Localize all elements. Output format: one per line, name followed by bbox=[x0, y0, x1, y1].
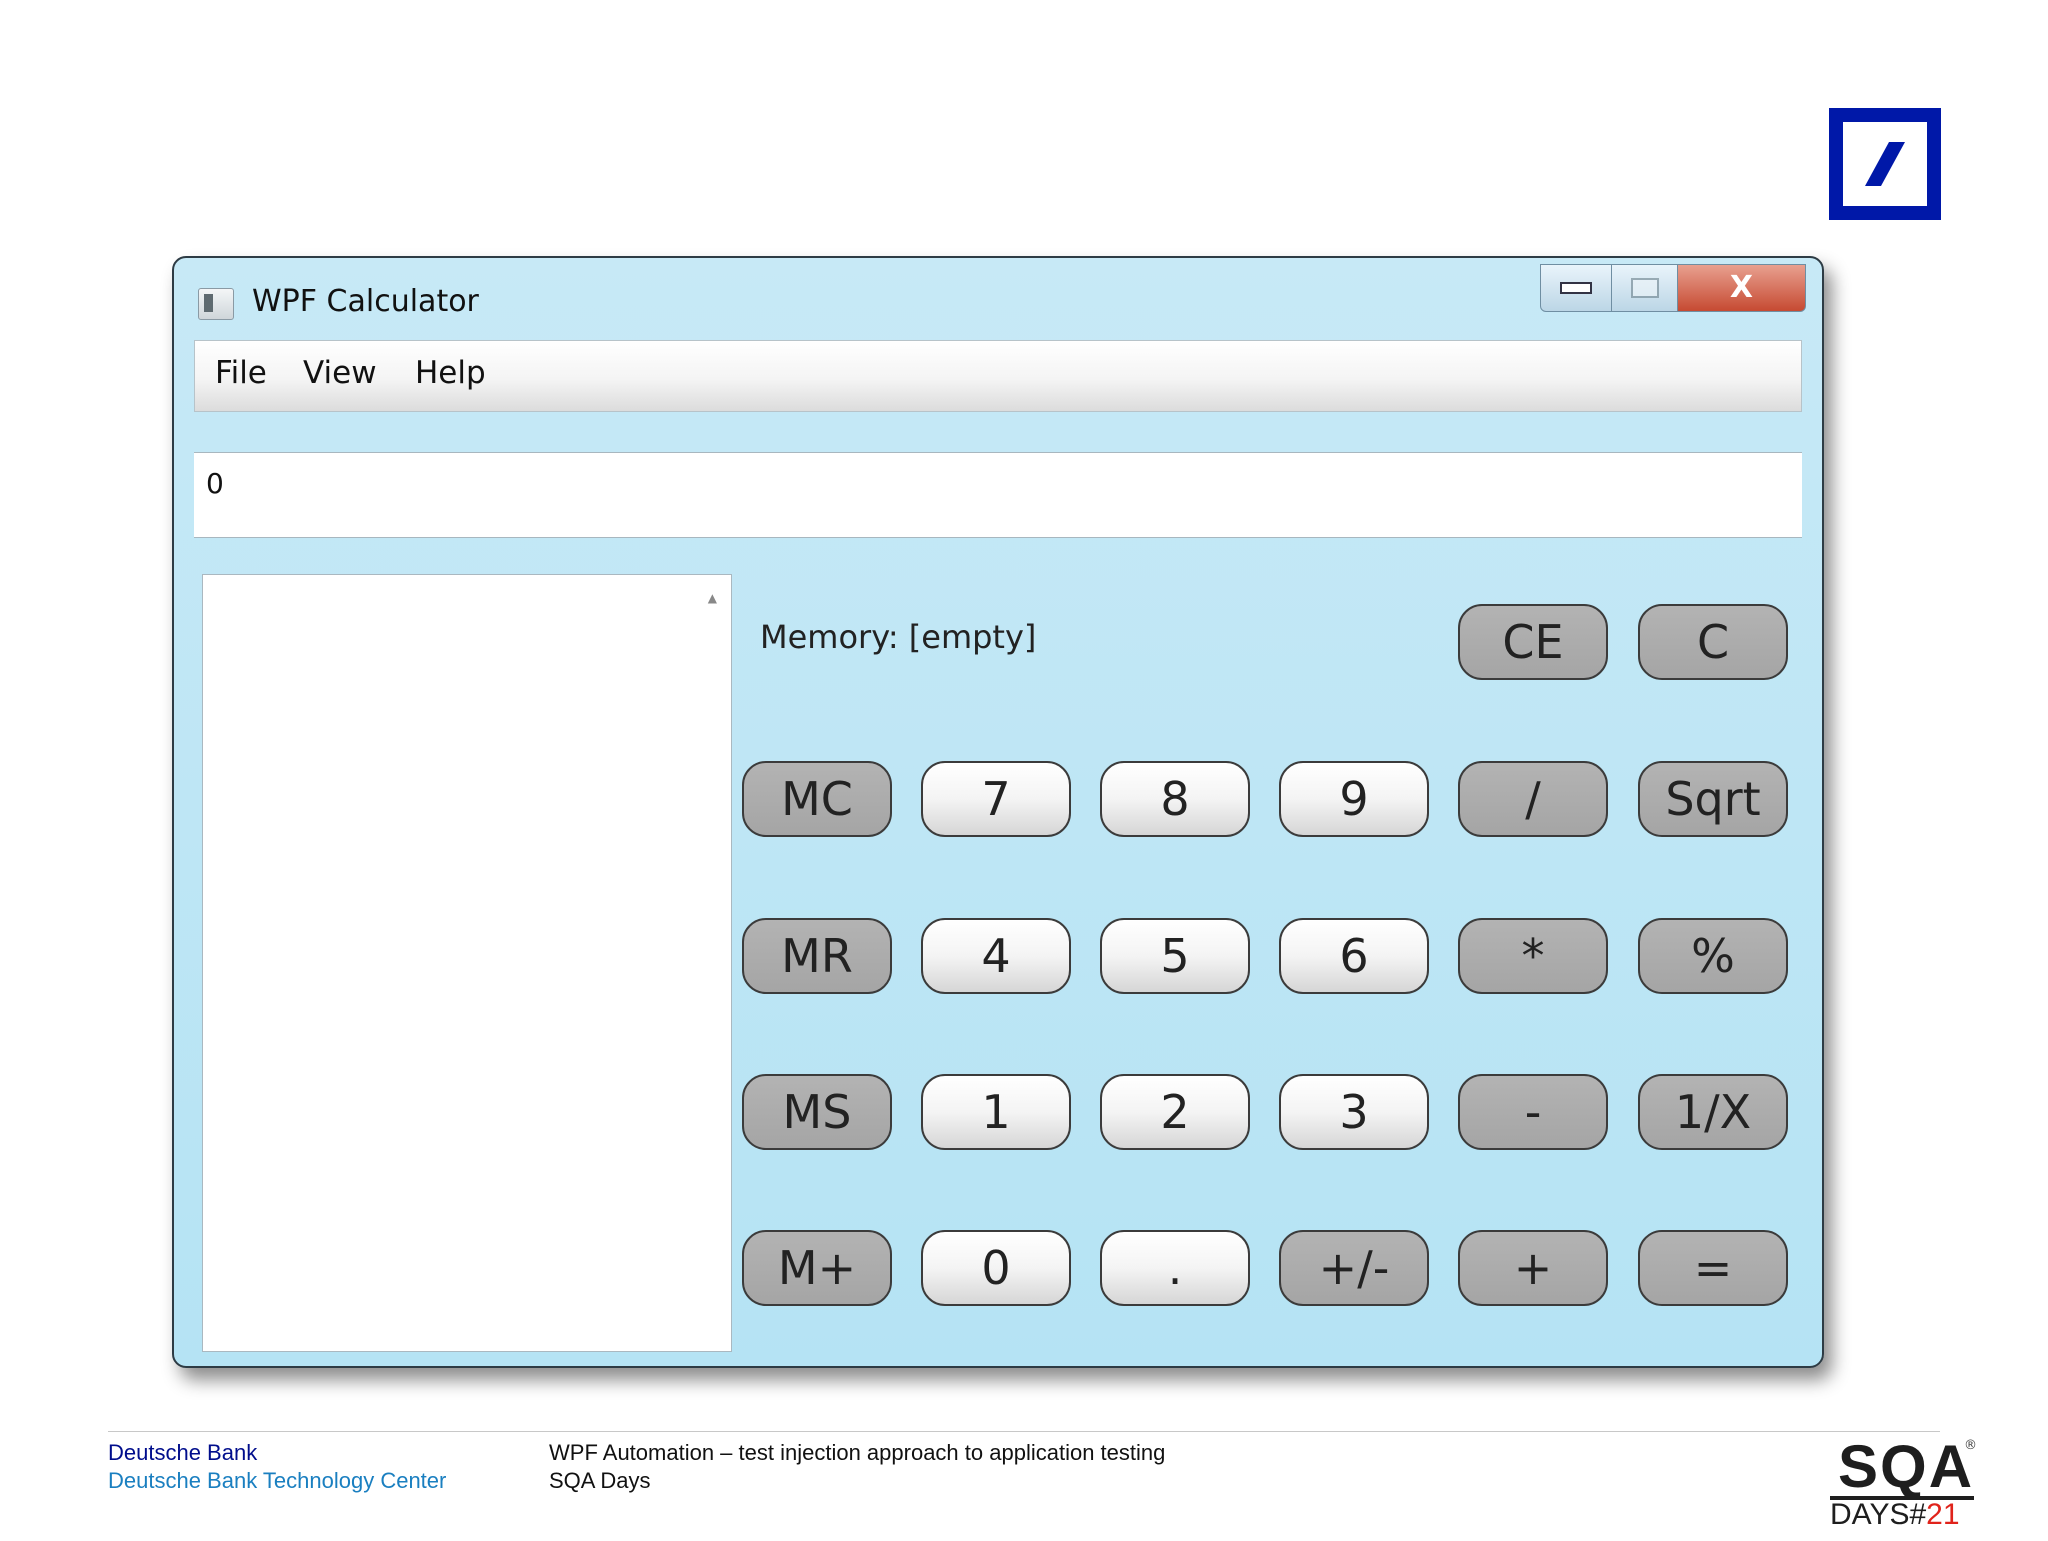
footer-divider bbox=[108, 1431, 1940, 1432]
scroll-grip-icon[interactable]: ▲ bbox=[708, 591, 717, 605]
percent-button[interactable]: % bbox=[1638, 918, 1788, 994]
digit-3-button[interactable]: 3 bbox=[1279, 1074, 1429, 1150]
multiply-button[interactable]: * bbox=[1458, 918, 1608, 994]
window-controls: X bbox=[1540, 264, 1806, 314]
sqrt-button[interactable]: Sqrt bbox=[1638, 761, 1788, 837]
deutsche-bank-logo bbox=[1829, 108, 1941, 220]
app-icon[interactable] bbox=[198, 288, 234, 320]
memory-store-button[interactable]: MS bbox=[742, 1074, 892, 1150]
reciprocal-button[interactable]: 1/X bbox=[1638, 1074, 1788, 1150]
footer-event: SQA Days bbox=[549, 1468, 651, 1493]
menu-bar: File View Help bbox=[194, 340, 1802, 412]
registered-mark: ® bbox=[1964, 1438, 1977, 1453]
digit-1-button[interactable]: 1 bbox=[921, 1074, 1071, 1150]
memory-recall-button[interactable]: MR bbox=[742, 918, 892, 994]
menu-view[interactable]: View bbox=[303, 351, 377, 395]
title-bar[interactable]: WPF Calculator X bbox=[174, 258, 1822, 338]
memory-label: Memory: [empty] bbox=[760, 618, 1037, 656]
close-button[interactable]: X bbox=[1678, 264, 1806, 312]
calculator-window: WPF Calculator X File View Help 0 ▲ Memo… bbox=[172, 256, 1824, 1368]
subtract-button[interactable]: - bbox=[1458, 1074, 1608, 1150]
clear-button[interactable]: C bbox=[1638, 604, 1788, 680]
digit-7-button[interactable]: 7 bbox=[921, 761, 1071, 837]
footer-center: Deutsche Bank Technology Center bbox=[108, 1468, 447, 1493]
sqa-number: 21 bbox=[1926, 1498, 1960, 1531]
history-tape[interactable]: ▲ bbox=[202, 574, 732, 1352]
negate-button[interactable]: +/- bbox=[1279, 1230, 1429, 1306]
footer-company: Deutsche Bank bbox=[108, 1440, 258, 1465]
digit-2-button[interactable]: 2 bbox=[1100, 1074, 1250, 1150]
deutsche-bank-slash-icon bbox=[1865, 142, 1905, 186]
sqa-days-text: DAYS bbox=[1830, 1498, 1910, 1531]
close-icon: X bbox=[1729, 270, 1754, 305]
sqa-hash: # bbox=[1909, 1498, 1927, 1531]
sqa-days-logo: SQA ® DAYS#21 bbox=[1826, 1433, 1977, 1531]
sqa-logo-days: DAYS#21 bbox=[1830, 1498, 1960, 1532]
maximize-button[interactable] bbox=[1612, 264, 1678, 312]
display-value: 0 bbox=[206, 467, 224, 500]
digit-9-button[interactable]: 9 bbox=[1279, 761, 1429, 837]
memory-clear-button[interactable]: MC bbox=[742, 761, 892, 837]
maximize-icon bbox=[1630, 278, 1659, 298]
digit-0-button[interactable]: 0 bbox=[921, 1230, 1071, 1306]
digit-6-button[interactable]: 6 bbox=[1279, 918, 1429, 994]
sqa-logo-text: SQA bbox=[1838, 1433, 1975, 1500]
memory-add-button[interactable]: M+ bbox=[742, 1230, 892, 1306]
display-field[interactable]: 0 bbox=[194, 452, 1802, 538]
decimal-point-button[interactable]: . bbox=[1100, 1230, 1250, 1306]
minimize-button[interactable] bbox=[1540, 264, 1612, 312]
window-title: WPF Calculator bbox=[252, 284, 479, 319]
menu-file[interactable]: File bbox=[215, 351, 267, 395]
equals-button[interactable]: = bbox=[1638, 1230, 1788, 1306]
minimize-icon bbox=[1560, 282, 1592, 294]
divide-button[interactable]: / bbox=[1458, 761, 1608, 837]
footer-talk-title: WPF Automation – test injection approach… bbox=[549, 1440, 1166, 1465]
ce-button[interactable]: CE bbox=[1458, 604, 1608, 680]
digit-4-button[interactable]: 4 bbox=[921, 918, 1071, 994]
digit-8-button[interactable]: 8 bbox=[1100, 761, 1250, 837]
menu-help[interactable]: Help bbox=[415, 351, 486, 395]
digit-5-button[interactable]: 5 bbox=[1100, 918, 1250, 994]
add-button[interactable]: + bbox=[1458, 1230, 1608, 1306]
